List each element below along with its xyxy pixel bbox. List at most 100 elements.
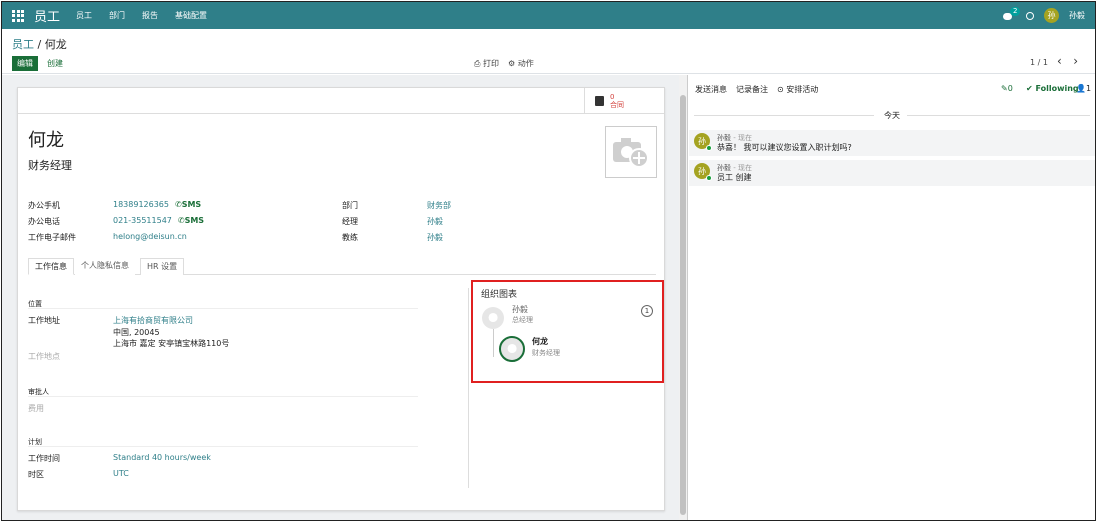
office-phone-number[interactable]: 021-35511547 bbox=[113, 216, 172, 225]
employee-photo[interactable] bbox=[605, 126, 657, 178]
expense-label: 费用 bbox=[28, 404, 44, 413]
avatar-initial: 孙 bbox=[698, 136, 706, 146]
button-box: 0 合同 bbox=[18, 88, 664, 114]
org-connector-line bbox=[493, 329, 494, 357]
action-menu[interactable]: ⚙ 动作 bbox=[508, 58, 534, 69]
camera-add-icon bbox=[613, 138, 649, 168]
user-avatar[interactable]: 孙 bbox=[1044, 8, 1059, 23]
breadcrumb-current: 何龙 bbox=[44, 38, 67, 51]
send-message-button[interactable]: 发送消息 bbox=[695, 84, 727, 95]
manager-avatar[interactable] bbox=[482, 307, 504, 329]
section-divider bbox=[28, 396, 418, 397]
timezone-value[interactable]: UTC bbox=[113, 469, 129, 478]
office-phone-value[interactable]: 021-35511547 ✆SMS bbox=[113, 216, 204, 225]
message-author-avatar[interactable]: 孙 bbox=[694, 163, 712, 181]
pager-next-icon[interactable]: › bbox=[1073, 54, 1078, 68]
manager-value[interactable]: 孙毅 bbox=[427, 216, 443, 227]
message-item: 孙 孙毅 - 现在 恭喜！ 我可以建议您设置入职计划吗? bbox=[689, 130, 1095, 156]
department-value[interactable]: 财务部 bbox=[427, 200, 451, 211]
message-time: - 现在 bbox=[731, 164, 752, 172]
pager-arrows: ‹ › bbox=[1057, 54, 1078, 68]
contract-count: 0 bbox=[610, 93, 615, 101]
mobile-sms-link[interactable]: ✆SMS bbox=[175, 200, 201, 209]
coach-label: 教练 bbox=[342, 233, 358, 242]
log-note-button[interactable]: 记录备注 bbox=[736, 84, 768, 95]
menu-employees[interactable]: 员工 bbox=[76, 10, 92, 21]
work-address-line3: 上海市 嘉定 安亭镇宝林路110号 bbox=[113, 339, 230, 348]
message-item: 孙 孙毅 - 现在 员工 创建 bbox=[689, 160, 1095, 186]
online-status-icon bbox=[706, 145, 712, 151]
tab-private-info[interactable]: 个人隐私信息 bbox=[75, 258, 135, 275]
office-phone-sms-link[interactable]: ✆SMS bbox=[178, 216, 204, 225]
app-window: 员工 员工 部门 报告 基础配置 2 孙 孙毅 员工 / 何龙 编辑 创建 ⎙ … bbox=[1, 1, 1096, 521]
mobile-number[interactable]: 18389126365 bbox=[113, 200, 169, 209]
online-status-icon bbox=[706, 175, 712, 181]
breadcrumb-root-link[interactable]: 员工 bbox=[12, 38, 34, 51]
print-menu[interactable]: ⎙ 打印 bbox=[474, 58, 499, 69]
menu-configuration[interactable]: 基础配置 bbox=[175, 10, 207, 21]
work-email-label: 工作电子邮件 bbox=[28, 233, 76, 242]
chatter-panel: 发送消息 记录备注 ⊙ 安排活动 ✎0 ✔ Following 👤1 今天 孙 … bbox=[689, 75, 1095, 520]
working-hours-value[interactable]: Standard 40 hours/week bbox=[113, 453, 211, 462]
chat-icon[interactable]: 2 bbox=[1002, 6, 1021, 22]
contract-label: 合同 bbox=[610, 101, 624, 109]
create-button[interactable]: 创建 bbox=[47, 58, 63, 69]
user-name[interactable]: 孙毅 bbox=[1069, 10, 1085, 21]
contracts-smart-button[interactable]: 0 合同 bbox=[584, 88, 664, 114]
tab-hr-settings[interactable]: HR 设置 bbox=[140, 258, 185, 275]
message-body: 恭喜！ 我可以建议您设置入职计划吗? bbox=[717, 143, 852, 152]
message-author-name[interactable]: 孙毅 bbox=[717, 164, 731, 172]
coach-value[interactable]: 孙毅 bbox=[427, 232, 443, 243]
org-self-name: 何龙 bbox=[532, 337, 548, 346]
work-email-value[interactable]: helong@deisun.cn bbox=[113, 232, 187, 241]
scrollbar-thumb[interactable] bbox=[680, 95, 686, 515]
employee-name: 何龙 bbox=[28, 130, 64, 151]
org-self-job: 财务经理 bbox=[532, 349, 560, 357]
section-divider bbox=[28, 308, 418, 309]
breadcrumb-separator: / bbox=[34, 38, 45, 51]
message-author-avatar[interactable]: 孙 bbox=[694, 133, 712, 151]
control-panel: 员工 / 何龙 编辑 创建 ⎙ 打印 ⚙ 动作 1 / 1 ‹ › bbox=[2, 29, 1095, 74]
menu-reports[interactable]: 报告 bbox=[142, 10, 158, 21]
apps-grid-icon[interactable] bbox=[12, 9, 24, 22]
section-divider bbox=[28, 446, 418, 447]
notebook-tabs: 工作信息 个人隐私信息 HR 设置 bbox=[28, 258, 656, 275]
menu-departments[interactable]: 部门 bbox=[109, 10, 125, 21]
tab-work-info[interactable]: 工作信息 bbox=[28, 258, 74, 275]
breadcrumb: 员工 / 何龙 bbox=[12, 36, 67, 52]
org-subordinate-count[interactable]: 1 bbox=[641, 305, 653, 317]
org-manager-name[interactable]: 孙毅 bbox=[512, 304, 528, 315]
pager-value[interactable]: 1 / 1 bbox=[1030, 58, 1048, 67]
department-label: 部门 bbox=[342, 201, 358, 210]
attachment-count[interactable]: ✎0 bbox=[1001, 84, 1013, 93]
form-scrollbar[interactable] bbox=[679, 75, 687, 520]
mobile-value[interactable]: 18389126365 ✆SMS bbox=[113, 200, 201, 209]
timezone-label: 时区 bbox=[28, 470, 44, 479]
org-chart-panel: 组织图表 孙毅 总经理 1 何龙 财务经理 bbox=[471, 280, 664, 383]
org-manager-job: 总经理 bbox=[512, 316, 533, 324]
date-divider-line bbox=[907, 115, 1090, 116]
following-button[interactable]: ✔ Following bbox=[1026, 84, 1079, 93]
work-location-label: 工作地点 bbox=[28, 352, 60, 361]
pager-prev-icon[interactable]: ‹ bbox=[1057, 54, 1062, 68]
employee-avatar[interactable] bbox=[499, 336, 525, 362]
office-phone-label: 办公电话 bbox=[28, 217, 60, 226]
message-author-name[interactable]: 孙毅 bbox=[717, 134, 731, 142]
working-hours-label: 工作时间 bbox=[28, 454, 60, 463]
followers-count[interactable]: 👤1 bbox=[1076, 84, 1091, 93]
work-address-label: 工作地址 bbox=[28, 316, 60, 325]
manager-label: 经理 bbox=[342, 217, 358, 226]
book-icon bbox=[595, 96, 604, 106]
mobile-label: 办公手机 bbox=[28, 201, 60, 210]
work-address-company[interactable]: 上海有拾商贸有限公司 bbox=[113, 315, 193, 326]
org-chart-title: 组织图表 bbox=[481, 290, 518, 300]
top-navbar: 员工 员工 部门 报告 基础配置 2 孙 孙毅 bbox=[2, 2, 1095, 29]
edit-button[interactable]: 编辑 bbox=[12, 56, 38, 71]
message-time: - 现在 bbox=[731, 134, 752, 142]
activity-clock-icon[interactable] bbox=[1026, 11, 1034, 20]
message-body: 员工 创建 bbox=[717, 173, 752, 182]
work-address-line2: 中国, 20045 bbox=[113, 328, 160, 337]
employee-job-title: 财务经理 bbox=[28, 159, 72, 172]
schedule-activity-button[interactable]: ⊙ 安排活动 bbox=[777, 84, 818, 95]
app-brand[interactable]: 员工 bbox=[34, 6, 60, 25]
